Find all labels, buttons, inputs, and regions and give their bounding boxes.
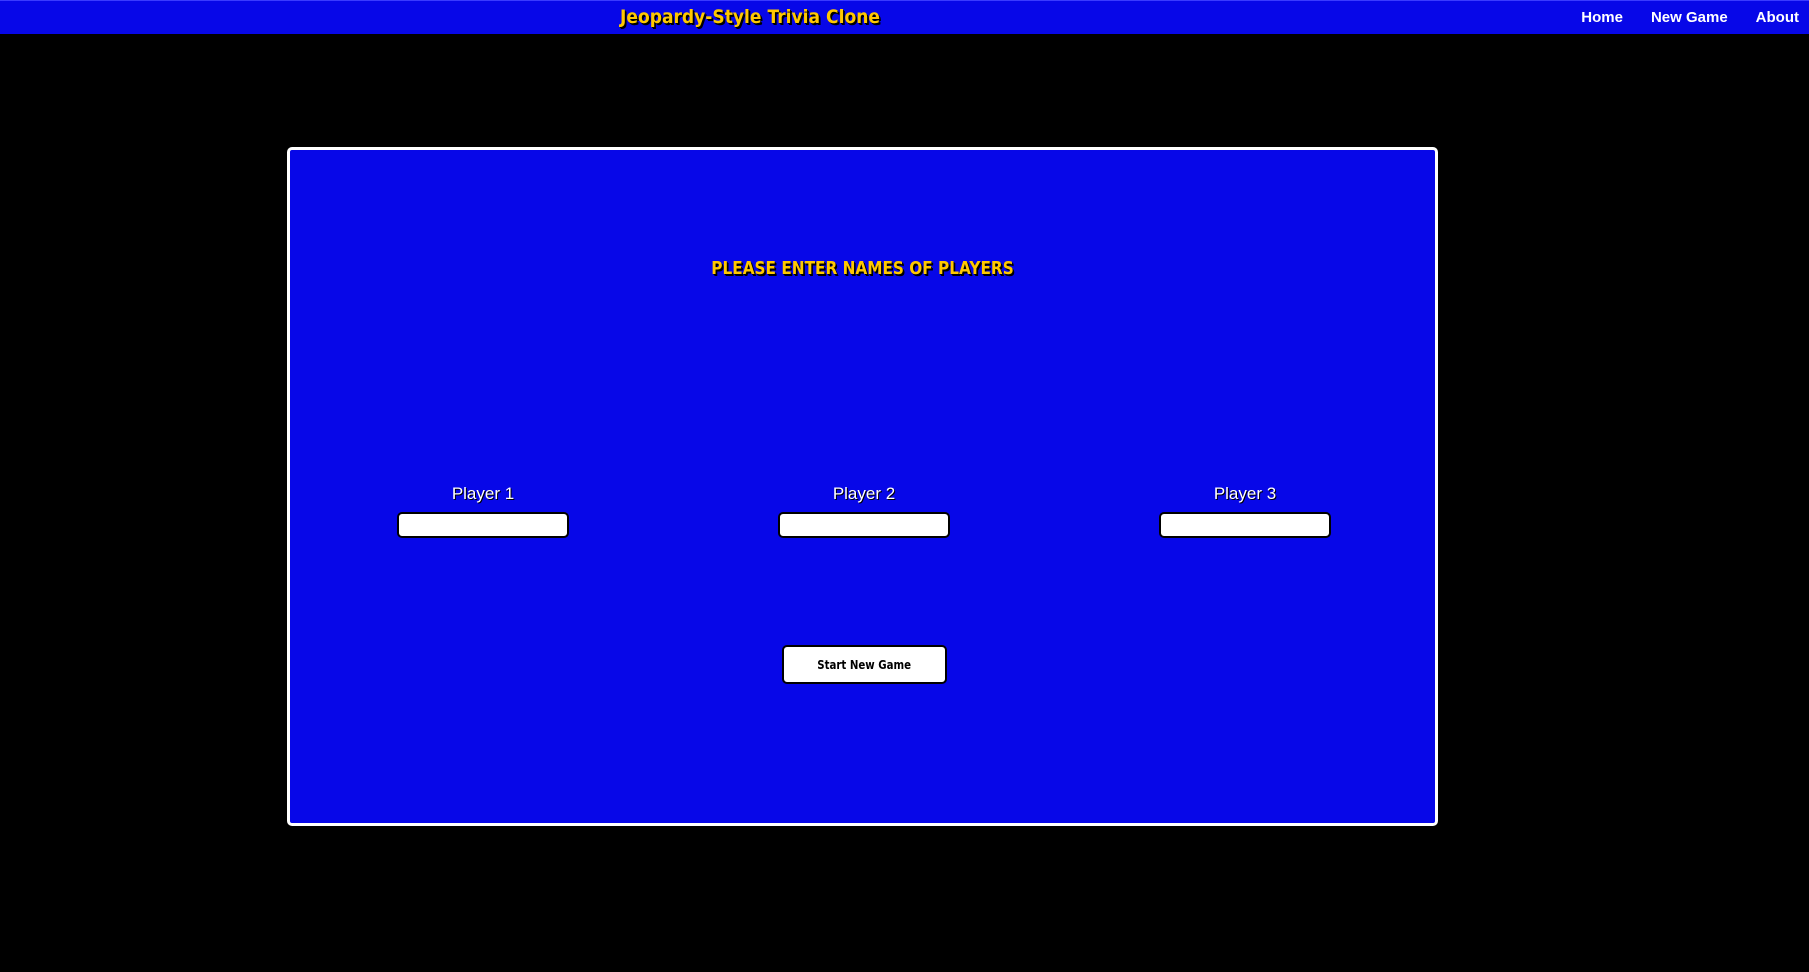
player-2-label: Player 2	[832, 484, 896, 503]
player-1-group: Player 1	[397, 484, 569, 538]
top-navbar: Jeopardy-Style Trivia Clone Home New Gam…	[0, 0, 1809, 34]
player-2-name-input[interactable]	[778, 512, 950, 538]
nav-links: Home New Game About	[1581, 9, 1799, 26]
nav-new-game-link[interactable]: New Game	[1651, 9, 1728, 26]
player-2-group: Player 2	[778, 484, 950, 538]
player-3-label: Player 3	[1213, 484, 1277, 503]
start-new-game-label: Start New Game	[817, 657, 912, 672]
player-setup-panel: PLEASE ENTER NAMES OF PLAYERS Player 1 P…	[287, 147, 1438, 826]
nav-about-link[interactable]: About	[1756, 9, 1799, 26]
nav-home-link[interactable]: Home	[1581, 9, 1623, 26]
enter-names-heading: PLEASE ENTER NAMES OF PLAYERS	[711, 258, 1014, 279]
player-3-group: Player 3	[1159, 484, 1331, 538]
brand-title[interactable]: Jeopardy-Style Trivia Clone	[620, 6, 880, 28]
player-1-name-input[interactable]	[397, 512, 569, 538]
player-3-name-input[interactable]	[1159, 512, 1331, 538]
start-new-game-button[interactable]: Start New Game	[782, 645, 947, 684]
player-1-label: Player 1	[451, 484, 515, 503]
